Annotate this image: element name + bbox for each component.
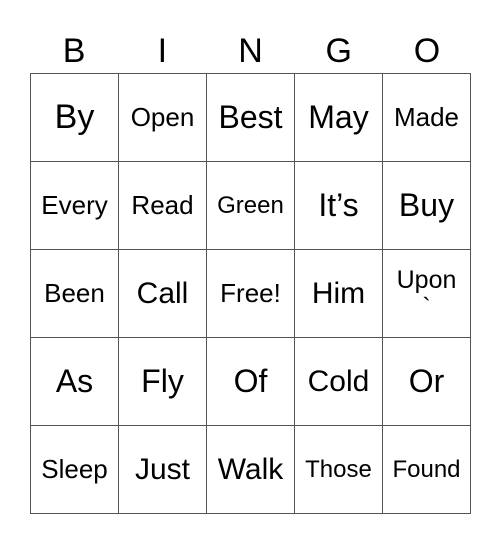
bingo-cell[interactable]: It’s bbox=[295, 162, 383, 250]
bingo-cell[interactable]: Him bbox=[295, 250, 383, 338]
bingo-cell[interactable]: Read bbox=[119, 162, 207, 250]
bingo-cell[interactable]: Made bbox=[383, 74, 471, 162]
bingo-cell[interactable]: Cold bbox=[295, 338, 383, 426]
bingo-cell[interactable]: Call bbox=[119, 250, 207, 338]
header-letter-g: G bbox=[325, 32, 352, 70]
bingo-cell[interactable]: Fly bbox=[119, 338, 207, 426]
bingo-cell[interactable]: Every bbox=[31, 162, 119, 250]
bingo-cell[interactable]: Sleep bbox=[31, 426, 119, 514]
header-letter-n: N bbox=[238, 32, 263, 70]
bingo-cell[interactable]: Walk bbox=[207, 426, 295, 514]
bingo-cell[interactable]: May bbox=[295, 74, 383, 162]
header-letter-b: B bbox=[62, 32, 86, 70]
bingo-cell[interactable]: Free! bbox=[207, 250, 295, 338]
bingo-cell[interactable]: As bbox=[31, 338, 119, 426]
bingo-header: B I N G O bbox=[30, 30, 471, 72]
bingo-cell[interactable]: Of bbox=[207, 338, 295, 426]
bingo-cell[interactable]: Best bbox=[207, 74, 295, 162]
bingo-cell[interactable]: Found bbox=[383, 426, 471, 514]
bingo-card-grid: By Open Best May Made Every Read Green I… bbox=[30, 73, 471, 514]
bingo-cell[interactable]: By bbox=[31, 74, 119, 162]
bingo-cell[interactable]: Been bbox=[31, 250, 119, 338]
bingo-cell[interactable]: Just bbox=[119, 426, 207, 514]
bingo-cell[interactable]: Those bbox=[295, 426, 383, 514]
bingo-cell[interactable]: Buy bbox=[383, 162, 471, 250]
header-letter-o: O bbox=[413, 32, 441, 70]
bingo-cell[interactable]: Open bbox=[119, 74, 207, 162]
bingo-cell[interactable]: Or bbox=[383, 338, 471, 426]
bingo-cell[interactable]: Upon ` bbox=[383, 250, 471, 338]
bingo-cell[interactable]: Green bbox=[207, 162, 295, 250]
header-letter-i: I bbox=[157, 32, 168, 70]
